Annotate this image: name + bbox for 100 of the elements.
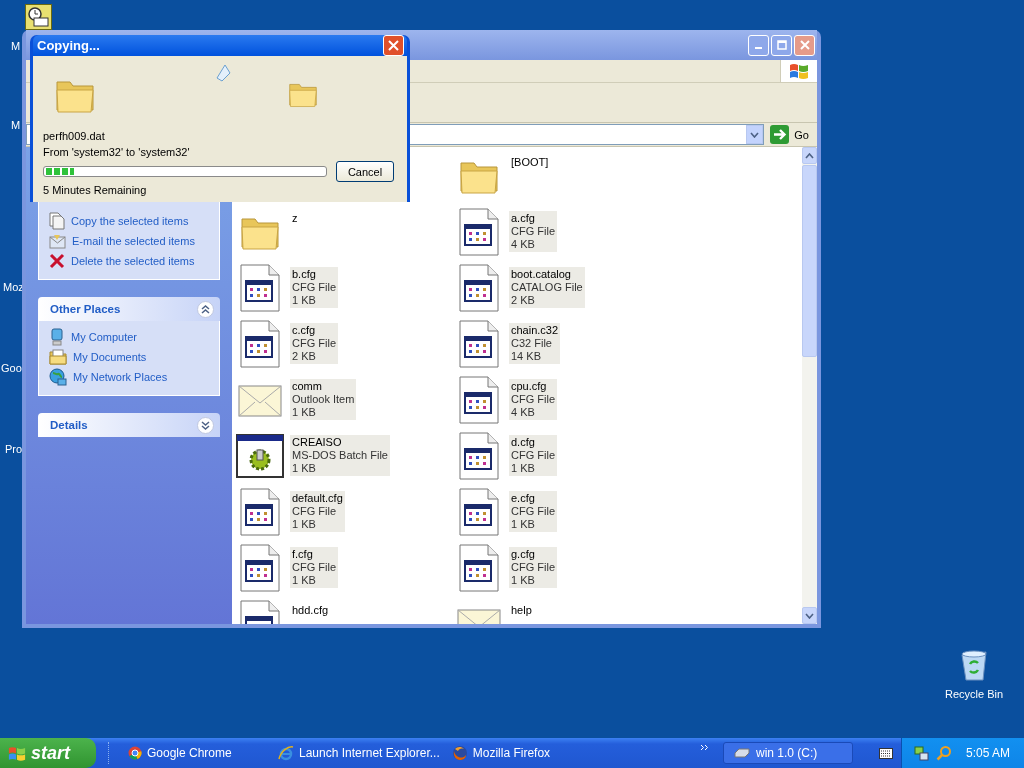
- file-tile[interactable]: default.cfg CFG File 1 KB: [236, 487, 455, 543]
- recycle-bin-icon[interactable]: [959, 650, 989, 682]
- ie-icon: [278, 745, 294, 761]
- document-icon: [459, 544, 499, 592]
- document-icon: [459, 320, 499, 368]
- taskbar-window-button[interactable]: win 1.0 (C:): [722, 742, 853, 764]
- folder-icon: [49, 349, 67, 365]
- clock: 5:05 AM: [965, 746, 1010, 760]
- more-icon[interactable]: [699, 744, 709, 751]
- windows-logo-icon: [8, 744, 26, 762]
- network-icon[interactable]: [913, 745, 930, 761]
- chevrons-down-icon: [201, 420, 210, 430]
- file-label: e.cfg CFG File 1 KB: [509, 491, 557, 532]
- document-icon: [240, 544, 280, 592]
- time-remaining: 5 Minutes Remaining: [43, 183, 148, 198]
- task-link[interactable]: Delete the selected items: [49, 253, 209, 269]
- close-button[interactable]: [383, 35, 404, 56]
- task-link[interactable]: Copy the selected items: [49, 213, 209, 229]
- file-label: comm Outlook Item 1 KB: [290, 379, 357, 420]
- document-icon: [459, 432, 499, 480]
- collapse-button[interactable]: [197, 416, 214, 434]
- chevron-down-icon: [805, 612, 814, 619]
- document-icon: [459, 208, 499, 256]
- file-label: default.cfg CFG File 1 KB: [290, 491, 345, 532]
- scroll-down-button[interactable]: [802, 607, 817, 624]
- file-label: boot.catalog CATALOG File 2 KB: [509, 267, 585, 308]
- file-label: help: [510, 603, 533, 618]
- chevron-down-icon: [750, 131, 760, 138]
- arrow-icon: [770, 125, 790, 144]
- minimize-button[interactable]: [748, 34, 769, 56]
- go-button[interactable]: Go: [770, 125, 809, 144]
- file-tile[interactable]: CREAISO MS-DOS Batch File 1 KB: [236, 431, 455, 487]
- file-name: perfh009.dat: [43, 129, 106, 144]
- document-icon: [240, 488, 280, 536]
- file-tile[interactable]: help: [455, 599, 674, 624]
- file-tile[interactable]: boot.catalog CATALOG File 2 KB: [455, 263, 674, 319]
- keyboard-icon[interactable]: [878, 747, 893, 759]
- file-tile[interactable]: c.cfg CFG File 2 KB: [236, 319, 455, 375]
- panel-header[interactable]: Details: [38, 413, 220, 437]
- file-tile[interactable]: e.cfg CFG File 1 KB: [455, 487, 674, 543]
- panel-title: Details: [50, 419, 88, 431]
- file-label: hdd.cfg: [291, 603, 330, 618]
- delete-icon: [49, 253, 65, 269]
- file-label: b.cfg CFG File 1 KB: [290, 267, 338, 308]
- file-label: chain.c32 C32 File 14 KB: [509, 323, 561, 364]
- panel-header[interactable]: Other Places: [38, 297, 220, 321]
- quick-launch-item[interactable]: Google Chrome: [122, 746, 272, 760]
- document-icon: [240, 264, 280, 312]
- scroll-up-button[interactable]: [802, 147, 817, 164]
- file-tile[interactable]: g.cfg CFG File 1 KB: [455, 543, 674, 599]
- file-tile[interactable]: comm Outlook Item 1 KB: [236, 375, 455, 431]
- envelope-icon: [49, 233, 66, 249]
- desktop-icon-label: Recycle Bin: [944, 688, 1004, 700]
- desktop-icon-label: Pro: [5, 443, 23, 455]
- file-label: f.cfg CFG File 1 KB: [290, 547, 338, 588]
- task-link[interactable]: E-mail the selected items: [49, 233, 209, 249]
- file-label: a.cfg CFG File 4 KB: [509, 211, 557, 252]
- cancel-button[interactable]: Cancel: [336, 161, 394, 182]
- chevron-up-icon: [805, 152, 814, 159]
- file-tile[interactable]: f.cfg CFG File 1 KB: [236, 543, 455, 599]
- desktop-icon-label: Goo: [1, 362, 22, 374]
- file-label: d.cfg CFG File 1 KB: [509, 435, 557, 476]
- file-tile[interactable]: chain.c32 C32 File 14 KB: [455, 319, 674, 375]
- file-tile[interactable]: d.cfg CFG File 1 KB: [455, 431, 674, 487]
- file-tile[interactable]: cpu.cfg CFG File 4 KB: [455, 375, 674, 431]
- document-icon: [459, 488, 499, 536]
- desktop-icon-label: M: [11, 119, 21, 131]
- scroll-thumb[interactable]: [802, 165, 817, 357]
- copy-route: From 'system32' to 'system32': [43, 145, 191, 160]
- dialog-title: Copying...: [37, 38, 100, 53]
- document-icon: [240, 320, 280, 368]
- file-tile[interactable]: b.cfg CFG File 1 KB: [236, 263, 455, 319]
- quick-launch-item[interactable]: Mozilla Firefox: [445, 745, 557, 761]
- copy-icon: [49, 212, 65, 230]
- file-label: z: [291, 211, 299, 226]
- desktop-icon-label: M: [11, 40, 21, 52]
- document-icon: [459, 376, 499, 424]
- computer-icon: [49, 328, 65, 346]
- maximize-button[interactable]: [771, 34, 792, 56]
- place-link[interactable]: My Documents: [49, 349, 209, 365]
- place-link[interactable]: My Network Places: [49, 369, 209, 385]
- file-tile[interactable]: hdd.cfg: [236, 599, 455, 624]
- collapse-button[interactable]: [197, 300, 214, 318]
- drive-icon: [733, 748, 750, 758]
- dropdown-button[interactable]: [746, 125, 764, 144]
- file-tile[interactable]: [BOOT]: [455, 151, 674, 207]
- network-icon: [49, 368, 67, 386]
- file-label: [BOOT]: [510, 155, 550, 170]
- file-tile[interactable]: z: [236, 207, 455, 263]
- place-link[interactable]: My Computer: [49, 329, 209, 345]
- clock-icon[interactable]: [25, 4, 52, 30]
- file-label: c.cfg CFG File 2 KB: [290, 323, 338, 364]
- close-icon: [388, 40, 399, 51]
- windows-logo-icon: [789, 62, 809, 80]
- close-button[interactable]: [794, 34, 815, 56]
- quick-launch-item[interactable]: Launch Internet Explorer...: [272, 745, 446, 761]
- close-icon: [799, 40, 810, 50]
- chevrons-up-icon: [201, 304, 210, 314]
- gear-window-icon: [236, 434, 284, 478]
- file-tile[interactable]: a.cfg CFG File 4 KB: [455, 207, 674, 263]
